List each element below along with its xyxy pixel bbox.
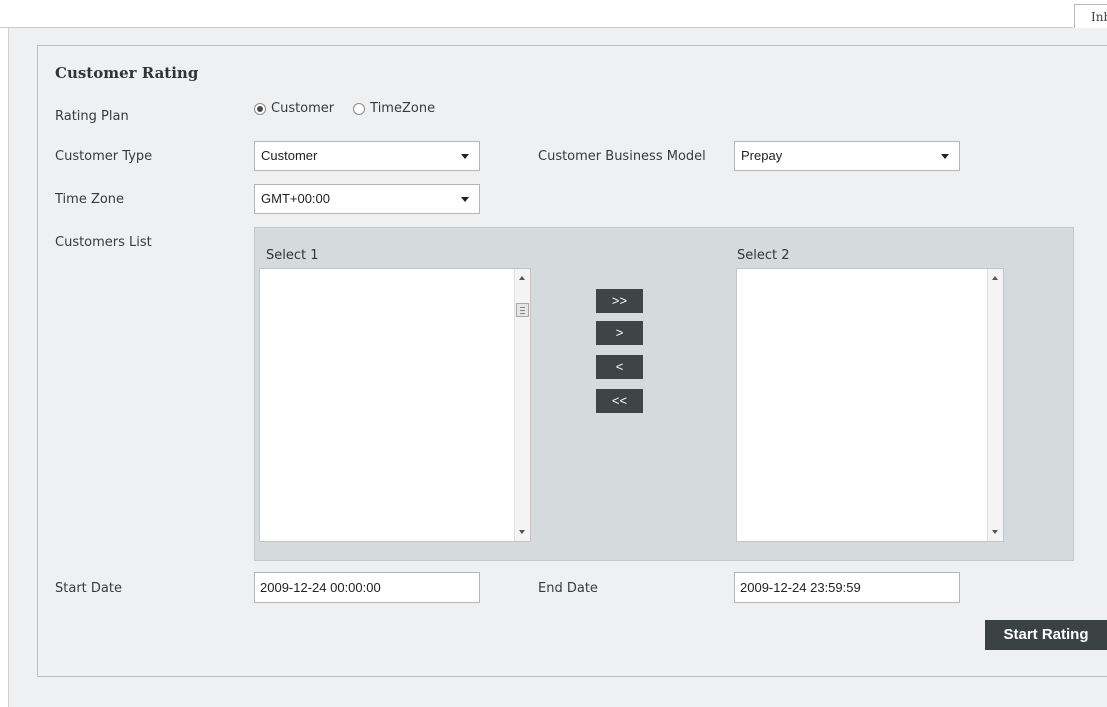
inbox-tab[interactable]: Inb: [1074, 4, 1107, 30]
business-model-value: Prepay: [741, 148, 783, 163]
business-model-select[interactable]: Prepay: [734, 141, 960, 171]
customer-type-select[interactable]: Customer: [254, 141, 480, 171]
inbox-tab-label: Inb: [1091, 10, 1107, 24]
radio-customer[interactable]: [254, 102, 266, 115]
time-zone-label: Time Zone: [55, 192, 125, 207]
chevron-down-icon: [461, 197, 469, 202]
scroll-up-icon[interactable]: [992, 276, 998, 280]
radio-timezone-label[interactable]: TimeZone: [370, 101, 435, 116]
top-bar: [0, 0, 1073, 28]
customer-type-value: Customer: [261, 148, 318, 163]
move-all-right-button[interactable]: >>: [596, 289, 643, 313]
customer-type-label: Customer Type: [55, 149, 153, 164]
end-date-input[interactable]: 2009-12-24 23:59:59: [734, 572, 960, 603]
select1-listbox[interactable]: [259, 268, 531, 542]
select1-scrollbar[interactable]: [514, 269, 530, 541]
page-title: Customer Rating: [55, 64, 199, 82]
move-right-button[interactable]: >: [596, 321, 643, 345]
scroll-thumb[interactable]: [516, 303, 529, 317]
time-zone-value: GMT+00:00: [261, 191, 331, 206]
start-date-input[interactable]: 2009-12-24 00:00:00: [254, 572, 480, 603]
scroll-down-icon[interactable]: [519, 530, 525, 534]
end-date-label: End Date: [538, 581, 598, 596]
select2-scrollbar[interactable]: [987, 269, 1003, 541]
radio-customer-label[interactable]: Customer: [271, 101, 334, 116]
start-date-label: Start Date: [55, 581, 122, 596]
select2-listbox[interactable]: [736, 268, 1004, 542]
rating-plan-label: Rating Plan: [55, 109, 129, 124]
move-left-button[interactable]: <: [596, 355, 643, 379]
chevron-down-icon: [461, 154, 469, 159]
radio-timezone[interactable]: [353, 102, 366, 115]
scroll-up-icon[interactable]: [519, 276, 525, 280]
time-zone-select[interactable]: GMT+00:00: [254, 184, 480, 214]
start-rating-button[interactable]: Start Rating: [985, 620, 1107, 650]
business-model-label: Customer Business Model: [538, 149, 706, 164]
chevron-down-icon: [941, 154, 949, 159]
select2-label: Select 2: [737, 248, 790, 263]
select1-label: Select 1: [266, 248, 319, 263]
rating-plan-radio-group: Customer TimeZone: [254, 101, 435, 116]
move-all-left-button[interactable]: <<: [596, 389, 643, 413]
scroll-down-icon[interactable]: [992, 530, 998, 534]
customers-list-label: Customers List: [55, 235, 152, 250]
